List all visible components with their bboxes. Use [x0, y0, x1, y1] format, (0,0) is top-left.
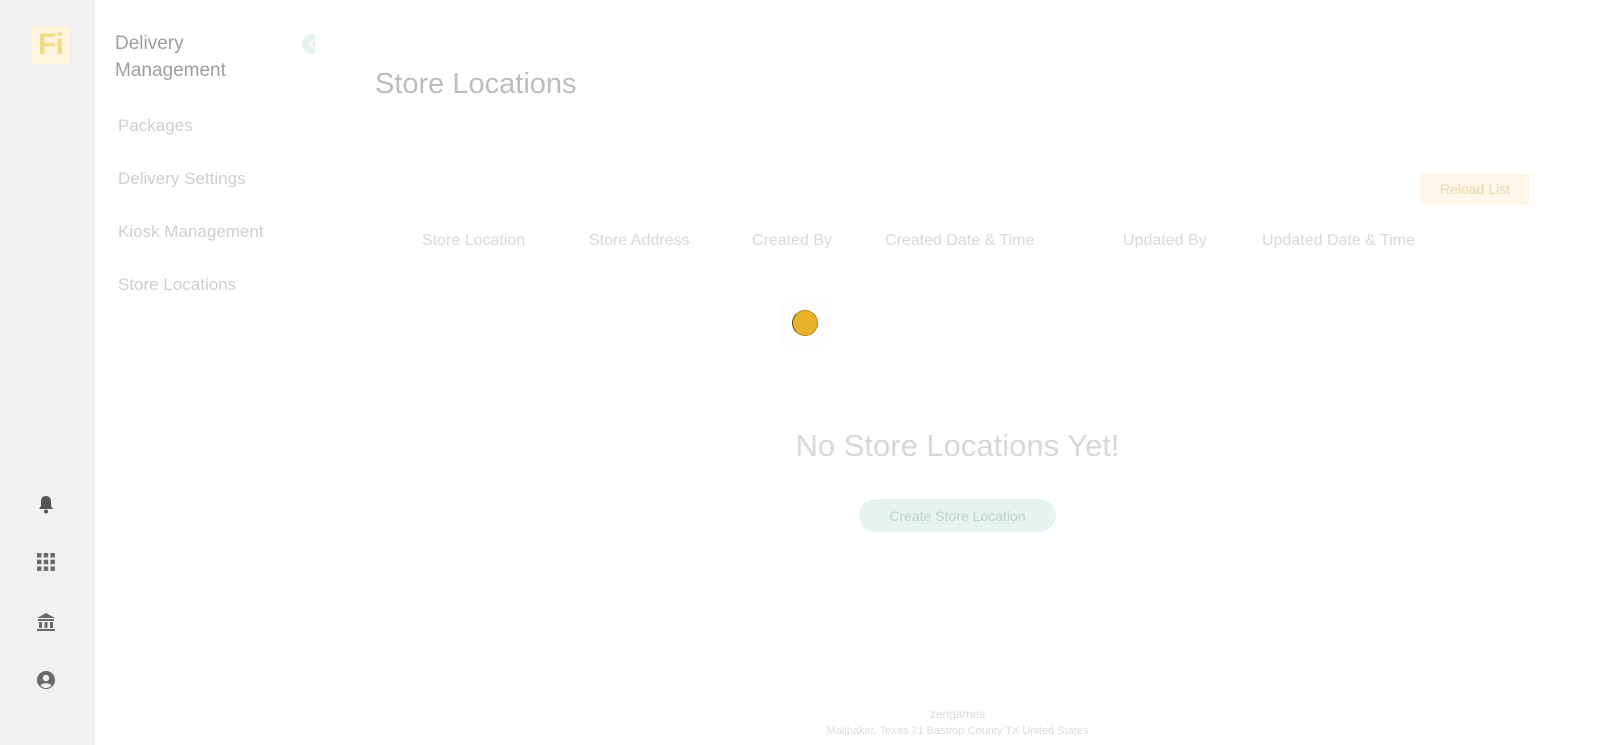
loading-indicator [780, 298, 830, 348]
footer-address: Malibaker, Texas 71 Bastrop County TX Un… [826, 725, 1089, 737]
organization-button[interactable] [32, 608, 60, 636]
nav-item-packages[interactable]: Packages [118, 116, 193, 136]
footer-company-name: zengames [929, 707, 986, 721]
nav-item-store-locations[interactable]: Store Locations [118, 275, 236, 295]
spinner-icon [792, 310, 818, 336]
apps-grid-icon [37, 553, 55, 571]
apps-button[interactable] [32, 548, 60, 576]
column-header-store-address[interactable]: Store Address [589, 232, 690, 250]
user-circle-icon [37, 671, 55, 689]
column-header-store-location[interactable]: Store Location [422, 232, 525, 250]
bank-icon [37, 613, 55, 631]
column-header-created-by[interactable]: Created By [752, 232, 832, 250]
nav-item-delivery-settings[interactable]: Delivery Settings [118, 169, 246, 189]
column-header-updated-by[interactable]: Updated By [1123, 232, 1207, 250]
create-store-location-button[interactable]: Create Store Location [859, 499, 1056, 532]
subnav-title: Delivery Management [115, 33, 226, 81]
column-header-updated-date[interactable]: Updated Date & Time [1262, 232, 1415, 250]
notifications-button[interactable] [32, 491, 60, 519]
brand-logo[interactable]: Fi [31, 26, 70, 64]
secondary-nav: Delivery Management Packages Delivery Se… [95, 0, 322, 745]
icon-rail: Fi [0, 0, 95, 745]
bell-icon [39, 496, 53, 514]
main-content: Store Locations Reload List Store Locati… [315, 0, 1600, 745]
reload-list-button[interactable]: Reload List [1420, 173, 1530, 205]
logo-text: Fi [38, 28, 64, 61]
nav-item-kiosk-management[interactable]: Kiosk Management [118, 222, 264, 242]
account-button[interactable] [32, 666, 60, 694]
column-header-created-date[interactable]: Created Date & Time [885, 232, 1034, 250]
page-title: Store Locations [375, 68, 577, 100]
empty-state-message: No Store Locations Yet! [795, 428, 1120, 463]
